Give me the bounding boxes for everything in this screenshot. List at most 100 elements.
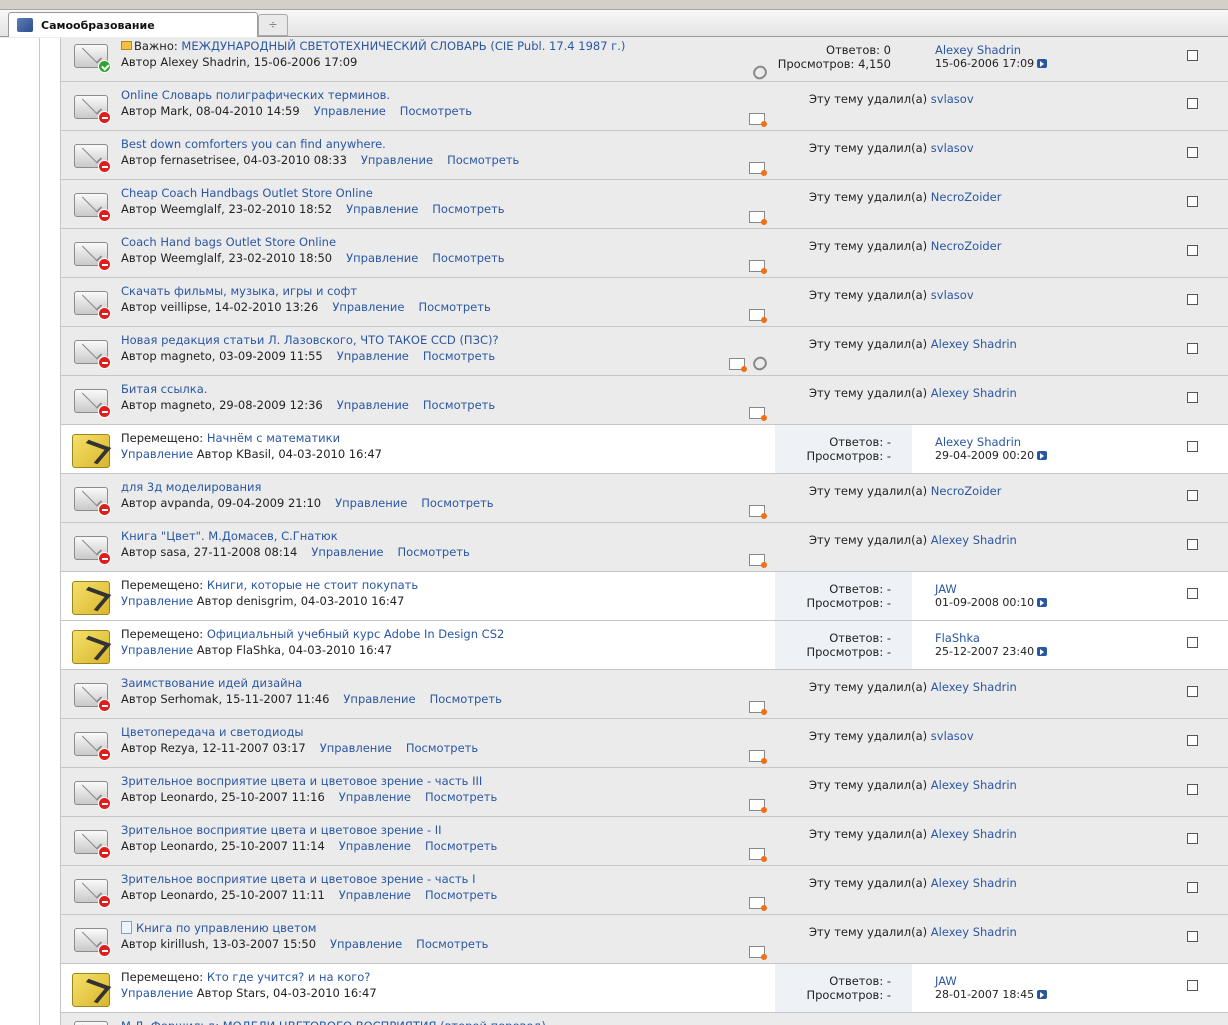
- goto-last-post-icon[interactable]: [1037, 59, 1048, 68]
- deleter-link[interactable]: NecroZoider: [931, 239, 1002, 253]
- moderation-mail-icon[interactable]: [749, 505, 767, 519]
- thread-select-checkbox[interactable]: [1187, 196, 1198, 207]
- last-post-user[interactable]: JAW: [935, 974, 1047, 988]
- view-link[interactable]: Посмотреть: [418, 300, 490, 314]
- thread-title-link[interactable]: Online Словарь полиграфических терминов.: [121, 88, 390, 102]
- manage-link[interactable]: Управление: [330, 937, 402, 951]
- thread-select-checkbox[interactable]: [1187, 882, 1198, 893]
- thread-title-link[interactable]: Битая ссылка.: [121, 382, 207, 396]
- goto-last-post-icon[interactable]: [1037, 990, 1048, 999]
- manage-link[interactable]: Управление: [320, 741, 392, 755]
- thread-select-checkbox[interactable]: [1187, 539, 1198, 550]
- goto-last-post-icon[interactable]: [1037, 647, 1048, 656]
- thread-title-link[interactable]: Официальный учебный курс Adobe In Design…: [207, 627, 504, 641]
- manage-link[interactable]: Управление: [337, 349, 409, 363]
- thread-title-link[interactable]: Зрительное восприятие цвета и цветовое з…: [121, 823, 442, 837]
- deleter-link[interactable]: Alexey Shadrin: [931, 778, 1017, 792]
- deleter-link[interactable]: Alexey Shadrin: [931, 386, 1017, 400]
- manage-link[interactable]: Управление: [346, 202, 418, 216]
- thread-select-checkbox[interactable]: [1187, 735, 1198, 746]
- manage-link[interactable]: Управление: [346, 251, 418, 265]
- thread-select-checkbox[interactable]: [1187, 147, 1198, 158]
- moderation-mail-icon[interactable]: [749, 848, 767, 862]
- moderation-mail-icon[interactable]: [749, 211, 767, 225]
- thread-select-checkbox[interactable]: [1187, 686, 1198, 697]
- goto-last-post-icon[interactable]: [1037, 598, 1048, 607]
- thread-title-link[interactable]: Кто где учится? и на кого?: [207, 970, 371, 984]
- last-post-user[interactable]: FlaShka: [935, 631, 1047, 645]
- view-link[interactable]: Посмотреть: [421, 496, 493, 510]
- thread-select-checkbox[interactable]: [1187, 98, 1198, 109]
- moderation-mail-icon[interactable]: [749, 946, 767, 960]
- thread-title-link[interactable]: для 3д моделирования: [121, 480, 261, 494]
- deleter-link[interactable]: Alexey Shadrin: [931, 827, 1017, 841]
- view-link[interactable]: Посмотреть: [432, 251, 504, 265]
- manage-link[interactable]: Управление: [361, 153, 433, 167]
- thread-title-link[interactable]: Coach Hand bags Outlet Store Online: [121, 235, 336, 249]
- deleter-link[interactable]: svlasov: [931, 288, 974, 302]
- view-link[interactable]: Посмотреть: [430, 692, 502, 706]
- moderation-mail-icon[interactable]: [749, 309, 767, 323]
- thread-title-link[interactable]: Книги, которые не стоит покупать: [207, 578, 418, 592]
- thread-title-link[interactable]: Книга по управлению цветом: [136, 921, 316, 935]
- new-tab-button[interactable]: ÷: [258, 14, 288, 36]
- thread-select-checkbox[interactable]: [1187, 980, 1198, 991]
- last-post-user-link[interactable]: JAW: [935, 974, 957, 988]
- last-post-user-link[interactable]: FlaShka: [935, 631, 980, 645]
- deleter-link[interactable]: Alexey Shadrin: [931, 533, 1017, 547]
- deleter-link[interactable]: svlasov: [931, 729, 974, 743]
- deleter-link[interactable]: Alexey Shadrin: [931, 337, 1017, 351]
- view-link[interactable]: Посмотреть: [423, 398, 495, 412]
- last-post-user-link[interactable]: Alexey Shadrin: [935, 43, 1021, 57]
- thread-select-checkbox[interactable]: [1187, 441, 1198, 452]
- view-link[interactable]: Посмотреть: [406, 741, 478, 755]
- thread-select-checkbox[interactable]: [1187, 392, 1198, 403]
- thread-select-checkbox[interactable]: [1187, 490, 1198, 501]
- last-post-user[interactable]: Alexey Shadrin: [935, 435, 1047, 449]
- thread-title-link[interactable]: Книга "Цвет". М.Домасев, С.Гнатюк: [121, 529, 338, 543]
- thread-select-checkbox[interactable]: [1187, 245, 1198, 256]
- moderation-mail-icon[interactable]: [749, 113, 767, 127]
- deleter-link[interactable]: svlasov: [931, 141, 974, 155]
- thread-title-link[interactable]: Заимствование идей дизайна: [121, 676, 302, 690]
- thread-title-link[interactable]: Cheap Coach Handbags Outlet Store Online: [121, 186, 373, 200]
- thread-select-checkbox[interactable]: [1187, 833, 1198, 844]
- thread-select-checkbox[interactable]: [1187, 637, 1198, 648]
- thread-title-link[interactable]: Зрительное восприятие цвета и цветовое з…: [121, 774, 482, 788]
- tab-selfeducation[interactable]: Самообразование: [8, 12, 258, 37]
- manage-link[interactable]: Управление: [311, 545, 383, 559]
- moderation-mail-icon[interactable]: [749, 701, 767, 715]
- deleter-link[interactable]: NecroZoider: [931, 190, 1002, 204]
- last-post-user-link[interactable]: Alexey Shadrin: [935, 435, 1021, 449]
- thread-title-link[interactable]: Зрительное восприятие цвета и цветовое з…: [121, 872, 475, 886]
- manage-link[interactable]: Управление: [314, 104, 386, 118]
- thread-select-checkbox[interactable]: [1187, 588, 1198, 599]
- view-link[interactable]: Посмотреть: [398, 545, 470, 559]
- thread-select-checkbox[interactable]: [1187, 784, 1198, 795]
- manage-link[interactable]: Управление: [121, 594, 193, 608]
- thread-title-link[interactable]: Best down comforters you can find anywhe…: [121, 137, 386, 151]
- moderation-mail-icon[interactable]: [749, 799, 767, 813]
- manage-link[interactable]: Управление: [121, 447, 193, 461]
- thread-select-checkbox[interactable]: [1187, 294, 1198, 305]
- manage-link[interactable]: Управление: [337, 398, 409, 412]
- view-link[interactable]: Посмотреть: [425, 839, 497, 853]
- deleter-link[interactable]: Alexey Shadrin: [931, 876, 1017, 890]
- moderation-mail-icon[interactable]: [749, 554, 767, 568]
- thread-title-link[interactable]: Новая редакция статьи Л. Лазовского, ЧТО…: [121, 333, 499, 347]
- view-link[interactable]: Посмотреть: [447, 153, 519, 167]
- deleter-link[interactable]: svlasov: [931, 92, 974, 106]
- view-link[interactable]: Посмотреть: [423, 349, 495, 363]
- moderation-mail-icon[interactable]: [749, 750, 767, 764]
- moderation-mail-icon[interactable]: [749, 897, 767, 911]
- thread-title-link[interactable]: Начнём с математики: [207, 431, 340, 445]
- manage-link[interactable]: Управление: [121, 643, 193, 657]
- view-link[interactable]: Посмотреть: [432, 202, 504, 216]
- deleter-link[interactable]: NecroZoider: [931, 484, 1002, 498]
- last-post-user[interactable]: JAW: [935, 582, 1047, 596]
- manage-link[interactable]: Управление: [335, 496, 407, 510]
- thread-title-link[interactable]: Скачать фильмы, музыка, игры и софт: [121, 284, 357, 298]
- thread-select-checkbox[interactable]: [1187, 931, 1198, 942]
- moderation-mail-icon[interactable]: [749, 260, 767, 274]
- thread-title-link[interactable]: М.Д. Фершильд: МОДЕЛИ ЦВЕТОВОГО ВОСПРИЯТ…: [121, 1019, 546, 1025]
